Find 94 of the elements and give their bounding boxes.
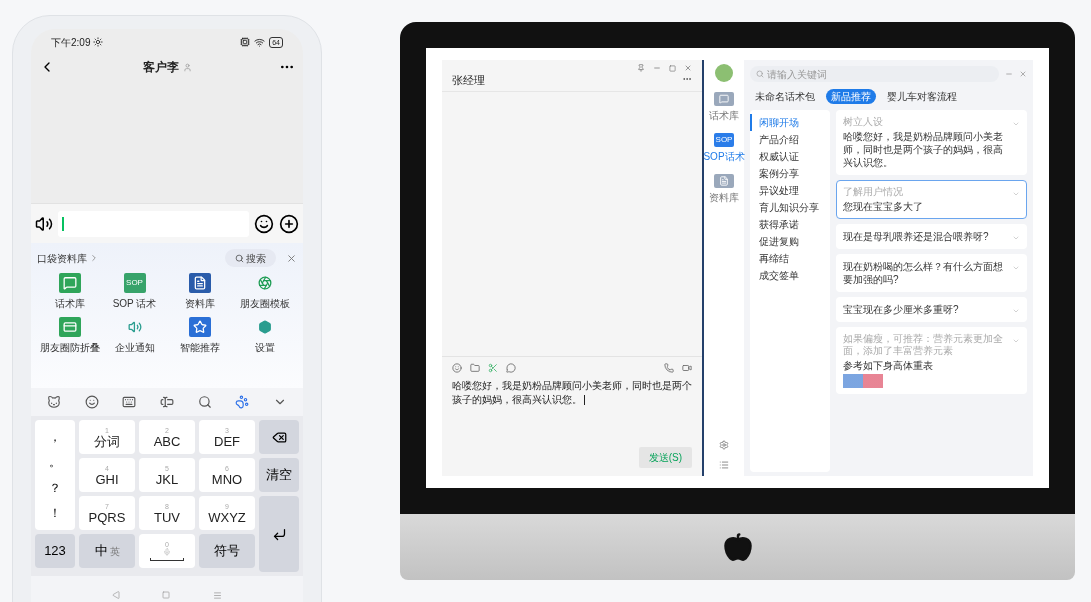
minimize-icon[interactable] [1005, 70, 1013, 78]
paw-icon[interactable] [235, 395, 250, 409]
chat-bubble-icon[interactable] [506, 363, 516, 373]
stage-item[interactable]: 再缔结 [750, 250, 830, 267]
menu-icon[interactable] [212, 590, 222, 600]
document-icon [188, 273, 211, 293]
toolkit-item[interactable]: 话术库 [37, 273, 102, 311]
stage-item[interactable]: 获得承诺 [750, 216, 830, 233]
chat-icon [58, 273, 81, 293]
status-time: 下午2:09 [51, 35, 91, 50]
toolkit-item[interactable]: SOP SOP 话术 [102, 273, 167, 311]
scissors-icon[interactable] [488, 363, 498, 373]
message-draft[interactable]: 哈喽您好，我是奶粉品牌顾问小美老师，同时也是两个孩子的妈妈，很高兴认识您。 [452, 379, 692, 407]
stage-item[interactable]: 权威认证 [750, 148, 830, 165]
stage-item[interactable]: 案例分享 [750, 165, 830, 182]
message-input[interactable] [58, 210, 249, 237]
search-icon [235, 253, 244, 263]
package-tab[interactable]: 婴儿车对客流程 [882, 88, 962, 104]
toolkit-item[interactable]: 朋友圈模板 [232, 273, 297, 311]
package-tab[interactable]: 未命名话术包 [750, 88, 820, 104]
wifi-icon [254, 36, 266, 48]
toolkit-item[interactable]: 朋友圈防折叠 [37, 317, 102, 355]
clear-key[interactable]: 清空 [259, 458, 299, 492]
search-icon[interactable] [197, 395, 212, 409]
chevron-right-icon [89, 253, 99, 263]
stage-item[interactable]: 产品介绍 [750, 131, 830, 148]
chat-icon [714, 92, 734, 106]
list-icon[interactable] [719, 460, 729, 470]
card-icon [58, 317, 81, 337]
brightness-icon [93, 37, 104, 47]
chevron-down-icon[interactable] [1012, 337, 1020, 345]
video-icon[interactable] [682, 363, 692, 373]
cat-icon[interactable] [46, 395, 61, 409]
rail-tab[interactable]: SOP SOP话术 [703, 133, 745, 164]
script-card[interactable]: 如果偏瘦，可推荐：营养元素更加全面，添加了丰富营养元素 参考如下身高体重表 [836, 327, 1027, 394]
package-tab[interactable]: 新品推荐 [826, 88, 876, 104]
symbols-key[interactable]: 符号 [199, 534, 255, 568]
script-card[interactable]: 了解用户情况 您现在宝宝多大了 [836, 180, 1027, 219]
close-icon[interactable] [1019, 70, 1027, 78]
stage-item[interactable]: 闲聊开场 [750, 114, 830, 131]
emoji-icon[interactable] [84, 395, 99, 409]
back-nav-icon[interactable] [112, 591, 121, 599]
stage-item[interactable]: 异议处理 [750, 182, 830, 199]
script-card[interactable]: 树立人设 哈喽您好，我是奶粉品牌顾问小美老师，同时也是两个孩子的妈妈，很高兴认识您。 [836, 110, 1027, 175]
toolkit-item[interactable]: 企业通知 [102, 317, 167, 355]
script-card[interactable]: 现在是母乳喂养还是混合喂养呀? [836, 224, 1027, 249]
backspace-key[interactable] [259, 420, 299, 454]
minimize-icon[interactable] [653, 64, 661, 72]
microphone-icon [163, 548, 171, 556]
emoji-icon[interactable] [254, 213, 274, 234]
enter-icon [271, 526, 287, 542]
language-key[interactable]: 中 英 [79, 534, 135, 568]
chat-title: 张经理 [452, 73, 485, 88]
chevron-down-icon[interactable] [1012, 234, 1020, 242]
search-button[interactable]: 搜索 [225, 249, 276, 267]
maximize-icon[interactable] [669, 64, 676, 72]
document-icon [714, 174, 734, 188]
folder-icon[interactable] [470, 363, 480, 373]
script-card[interactable]: 现在奶粉喝的怎么样？有什么方面想要加强的吗? [836, 254, 1027, 292]
backspace-icon [271, 429, 287, 445]
home-icon[interactable] [162, 591, 171, 599]
chevron-down-icon[interactable] [1012, 264, 1020, 272]
sop-icon: SOP [714, 133, 734, 147]
panel-title[interactable]: 口袋资料库 [37, 250, 87, 266]
chevron-down-icon[interactable] [1012, 190, 1020, 198]
voice-icon[interactable] [35, 214, 53, 233]
cursor-icon[interactable] [159, 395, 174, 409]
stage-item[interactable]: 育儿知识分享 [750, 199, 830, 216]
search-icon [756, 70, 764, 78]
script-card[interactable]: 宝宝现在多少厘米多重呀? [836, 297, 1027, 322]
toolkit-item[interactable]: 资料库 [167, 273, 232, 311]
numbers-key[interactable]: 123 [35, 534, 75, 568]
close-icon[interactable] [286, 252, 297, 264]
rail-tab[interactable]: 话术库 [709, 92, 739, 123]
sop-icon: SOP [123, 273, 146, 293]
toolkit-item[interactable]: 设置 [232, 317, 297, 355]
keyboard-icon[interactable] [122, 395, 137, 409]
stage-item[interactable]: 促进复购 [750, 233, 830, 250]
toolkit-item[interactable]: 智能推荐 [167, 317, 232, 355]
settings-icon[interactable] [719, 440, 729, 450]
plus-icon[interactable] [279, 213, 299, 234]
contact-icon [182, 62, 192, 72]
chevron-down-icon[interactable] [1012, 120, 1020, 128]
close-icon[interactable] [684, 64, 692, 72]
star-badge-icon [188, 317, 211, 337]
pin-icon[interactable] [637, 64, 645, 72]
avatar[interactable] [715, 64, 733, 82]
chat-title: 客户李 [142, 59, 179, 76]
punctuation-key[interactable]: ， 。 ？ ！ [35, 420, 75, 530]
rail-tab[interactable]: 资料库 [709, 174, 739, 205]
apple-icon [722, 532, 753, 562]
phone-icon[interactable] [664, 363, 674, 373]
stage-item[interactable]: 成交签单 [750, 267, 830, 284]
chevron-down-icon[interactable] [1012, 307, 1020, 315]
